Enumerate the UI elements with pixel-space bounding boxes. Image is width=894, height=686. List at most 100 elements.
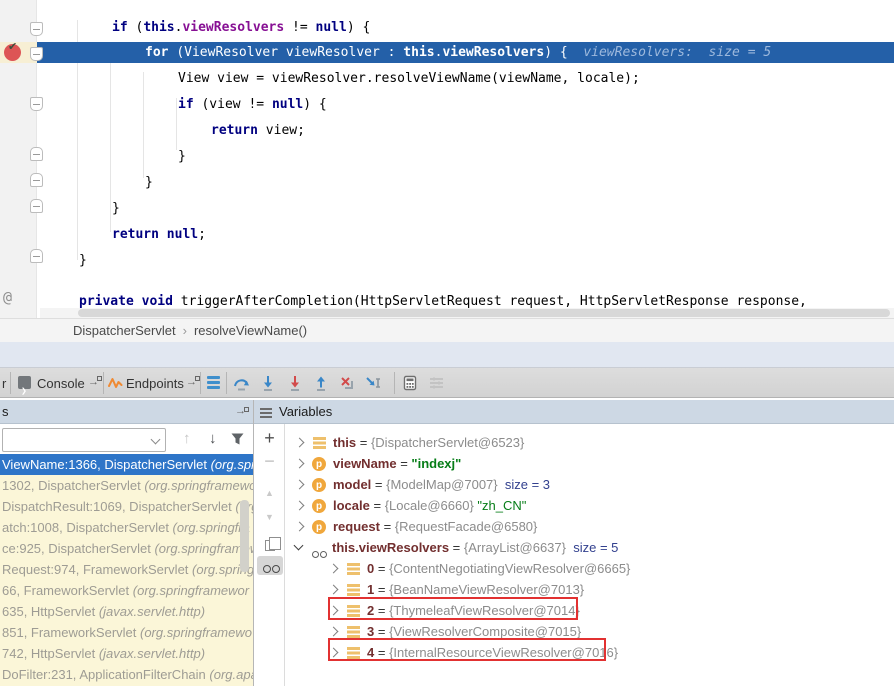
fold-marker[interactable] bbox=[30, 147, 43, 161]
fold-marker[interactable] bbox=[30, 173, 43, 187]
expand-chevron-icon[interactable] bbox=[329, 627, 339, 637]
step-out-icon[interactable] bbox=[313, 375, 330, 391]
breadcrumb-class[interactable]: DispatcherServlet bbox=[73, 323, 176, 338]
editor-hscrollbar-thumb[interactable] bbox=[78, 309, 890, 317]
expand-chevron-icon[interactable] bbox=[295, 501, 305, 511]
tab-console[interactable]: Console bbox=[14, 368, 102, 397]
code-token: null bbox=[272, 97, 303, 112]
add-watch-icon[interactable]: + bbox=[254, 428, 285, 449]
indent-guide bbox=[143, 72, 144, 178]
thread-selector-dropdown[interactable]: -nio-8080-exec-2"@6,2... bbox=[2, 428, 166, 452]
code-token: this bbox=[143, 20, 174, 35]
watch-glasses-icon bbox=[312, 543, 328, 558]
verified-breakpoint-icon[interactable] bbox=[4, 44, 21, 61]
code-token: (view != bbox=[201, 97, 271, 112]
ide-debug-window: if (this.viewResolvers != null) { for (V… bbox=[0, 0, 894, 686]
stack-frame-row[interactable]: DoFilter:231, ApplicationFilterChain (or… bbox=[0, 664, 253, 685]
step-into-icon[interactable] bbox=[260, 375, 277, 391]
code-token: view; bbox=[266, 123, 305, 138]
stack-frame-row-selected[interactable]: ViewName:1366, DispatcherServlet (org.sp… bbox=[0, 454, 253, 475]
code-line: return null; bbox=[112, 227, 206, 243]
show-watches-toggle-icon[interactable] bbox=[254, 556, 285, 576]
show-execution-point-icon[interactable] bbox=[205, 376, 222, 392]
breadcrumb-method[interactable]: resolveViewName() bbox=[194, 323, 307, 338]
step-over-icon[interactable] bbox=[233, 375, 250, 391]
code-line: } bbox=[79, 253, 87, 269]
toolbar-separator bbox=[10, 372, 11, 394]
expand-chevron-icon[interactable] bbox=[329, 585, 339, 595]
stack-frame-row[interactable]: 635, HttpServlet (javax.servlet.http) bbox=[0, 601, 253, 622]
expand-chevron-icon[interactable] bbox=[295, 438, 305, 448]
fold-marker[interactable] bbox=[30, 22, 43, 36]
endpoints-icon bbox=[108, 376, 123, 390]
value-icon bbox=[347, 626, 360, 629]
variable-row[interactable]: model = {ModelMap@7007} size = 3 bbox=[286, 474, 894, 495]
toolbar-separator bbox=[226, 372, 227, 394]
expand-chevron-icon[interactable] bbox=[295, 522, 305, 532]
stack-frame-row[interactable]: atch:1008, DispatcherServlet (org.spring… bbox=[0, 517, 253, 538]
toolbar-separator bbox=[200, 372, 201, 394]
fold-marker[interactable] bbox=[30, 249, 43, 263]
stack-frame-row[interactable]: ce:925, DispatcherServlet (org.springfra… bbox=[0, 538, 253, 559]
code-token: ) { bbox=[303, 97, 326, 112]
parameter-icon bbox=[312, 520, 326, 534]
expand-chevron-icon[interactable] bbox=[295, 459, 305, 469]
code-token: } bbox=[145, 175, 153, 190]
fold-marker[interactable] bbox=[30, 47, 43, 61]
value-icon bbox=[313, 437, 326, 440]
variable-row-child[interactable]: 0 = {ContentNegotiatingViewResolver@6665… bbox=[286, 558, 894, 579]
next-frame-icon[interactable]: ↓ bbox=[209, 430, 217, 447]
stack-frame-row[interactable]: Request:974, FrameworkServlet (org.sprin… bbox=[0, 559, 253, 580]
stack-frame-row[interactable]: DispatchResult:1069, DispatcherServlet (… bbox=[0, 496, 253, 517]
force-step-into-icon[interactable] bbox=[287, 375, 304, 391]
tab-label: Endpoints bbox=[126, 369, 184, 398]
open-in-new-icon[interactable] bbox=[235, 399, 249, 428]
fold-marker[interactable] bbox=[30, 97, 43, 111]
annotation-box bbox=[328, 638, 606, 661]
debugger-inline-hint: viewResolvers: size = 5 bbox=[583, 45, 771, 60]
code-token: } bbox=[79, 253, 87, 268]
open-in-new-icon[interactable] bbox=[88, 368, 102, 397]
run-to-cursor-icon[interactable] bbox=[365, 375, 382, 391]
variables-panel-title: Variables bbox=[279, 400, 332, 424]
code-token: if bbox=[112, 20, 135, 35]
variable-row[interactable]: locale = {Locale@6660} "zh_CN" bbox=[286, 495, 894, 516]
variable-row[interactable]: this = {DispatcherServlet@6523} bbox=[286, 432, 894, 453]
duplicate-watch-icon[interactable] bbox=[254, 536, 285, 554]
scroll-down-icon: ▼ bbox=[254, 512, 285, 522]
code-line: if (this.viewResolvers != null) { bbox=[112, 20, 370, 36]
stack-frame-row[interactable]: 851, FrameworkServlet (org.springframewo bbox=[0, 622, 253, 643]
variable-row[interactable]: request = {RequestFacade@6580} bbox=[286, 516, 894, 537]
tab-label: Console bbox=[37, 369, 85, 398]
collapse-chevron-icon[interactable] bbox=[294, 541, 304, 551]
stack-frame-row[interactable]: 1302, DispatcherServlet (org.springframe… bbox=[0, 475, 253, 496]
toolbar-separator bbox=[103, 372, 104, 394]
code-token: viewResolvers bbox=[442, 45, 544, 60]
toolbar-separator bbox=[394, 372, 395, 394]
variables-menu-icon[interactable] bbox=[260, 408, 272, 420]
code-token: this bbox=[403, 45, 434, 60]
drop-frame-icon[interactable] bbox=[339, 375, 356, 391]
evaluate-expression-icon[interactable] bbox=[402, 375, 419, 391]
expand-chevron-icon[interactable] bbox=[329, 564, 339, 574]
stack-frame-row[interactable]: 66, FrameworkServlet (org.springframewor bbox=[0, 580, 253, 601]
tab-endpoints[interactable]: Endpoints bbox=[106, 368, 198, 397]
open-in-new-icon[interactable] bbox=[186, 368, 200, 397]
code-line: } bbox=[178, 149, 186, 165]
console-icon bbox=[18, 376, 31, 389]
stack-frame-row[interactable]: 742, HttpServlet (javax.servlet.http) bbox=[0, 643, 253, 664]
expand-chevron-icon[interactable] bbox=[295, 480, 305, 490]
fold-marker[interactable] bbox=[30, 199, 43, 213]
filter-funnel-icon[interactable] bbox=[230, 432, 245, 446]
frames-scrollbar-thumb[interactable] bbox=[240, 500, 249, 572]
tab-debugger-cut[interactable]: r bbox=[2, 368, 6, 397]
code-line: if (view != null) { bbox=[178, 97, 327, 113]
code-line: } bbox=[112, 201, 120, 217]
code-token: viewResolvers bbox=[182, 20, 284, 35]
prev-frame-icon[interactable]: ↑ bbox=[183, 430, 191, 447]
variable-row[interactable]: viewName = "indexj" bbox=[286, 453, 894, 474]
code-token: } bbox=[178, 149, 186, 164]
indent-guide bbox=[110, 46, 111, 232]
value-icon bbox=[347, 563, 360, 566]
variable-row-expanded[interactable]: this.viewResolvers = {ArrayList@6637} si… bbox=[286, 537, 894, 558]
